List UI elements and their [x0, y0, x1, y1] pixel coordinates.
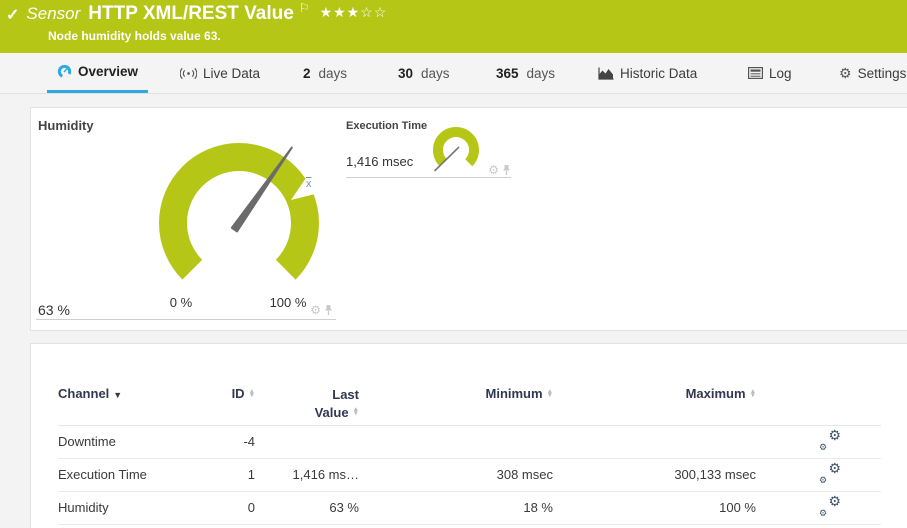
settings-gear-icon: ⚙ [839, 66, 852, 80]
humidity-gauge-widget: Humidity x 0 % 100 % 63 % ⚙ [36, 116, 336, 320]
widget-gear-icon[interactable]: ⚙ [310, 304, 321, 316]
tab-30-days-number: 30 [398, 66, 413, 81]
widget-pin-icon[interactable] [324, 304, 333, 316]
cell-id: 1 [198, 458, 255, 491]
tab-2-days-number: 2 [303, 66, 311, 81]
tab-historic-data[interactable]: Historic Data [588, 53, 707, 93]
tab-live-data[interactable]: Live Data [170, 53, 270, 93]
channels-table: Channel▼ ID▲▼ Last Value▲▼ Minimum▲▼ Max… [58, 378, 881, 525]
tab-overview[interactable]: Overview [47, 53, 148, 93]
sort-icon: ▲▼ [353, 408, 359, 416]
widget-gear-icon[interactable]: ⚙ [488, 164, 499, 176]
sensor-title: HTTP XML/REST Value [88, 3, 294, 25]
cell-id: -4 [198, 425, 255, 458]
channel-settings-icon[interactable]: ⚙ ⚙ [819, 464, 841, 482]
widget-pin-icon[interactable] [502, 164, 511, 176]
humidity-gauge-title: Humidity [38, 118, 94, 133]
tab-30-days[interactable]: 30 days [388, 53, 460, 93]
cell-channel[interactable]: Downtime [58, 425, 198, 458]
table-row-execution-time[interactable]: Execution Time 1 1,416 ms… 308 msec 300,… [58, 458, 881, 491]
cell-min: 18 % [359, 491, 553, 524]
historic-chart-icon [598, 67, 614, 80]
cell-id: 0 [198, 491, 255, 524]
execution-time-gauge [429, 121, 485, 177]
table-row-downtime[interactable]: Downtime -4 ⚙ ⚙ [58, 425, 881, 458]
stars-filled: ★★★ [320, 4, 361, 20]
gauge-max-label: 100 % [263, 295, 313, 310]
cell-last: 1,416 ms… [255, 458, 359, 491]
cell-min: 308 msec [359, 458, 553, 491]
gauge-icon [57, 64, 72, 79]
tab-bar: Overview Live Data 2 days 30 days 365 da… [0, 53, 907, 94]
cell-max: 100 % [553, 491, 756, 524]
column-header-maximum[interactable]: Maximum▲▼ [553, 378, 756, 425]
cell-max [553, 425, 756, 458]
log-icon [748, 67, 763, 79]
flag-icon[interactable]: ⚐ [299, 1, 310, 15]
tab-2-days-label: days [319, 66, 348, 81]
priority-stars[interactable]: ★★★☆☆ [320, 4, 388, 21]
live-data-icon [180, 67, 197, 80]
sort-caret-icon: ▼ [113, 390, 122, 400]
tab-historic-data-label: Historic Data [620, 66, 697, 81]
tab-log[interactable]: Log [738, 53, 802, 93]
execution-time-value: 1,416 msec [346, 154, 413, 169]
cell-last [255, 425, 359, 458]
cell-min [359, 425, 553, 458]
status-ok-icon: ✓ [6, 5, 19, 25]
cell-last: 63 % [255, 491, 359, 524]
table-row-humidity[interactable]: Humidity 0 63 % 18 % 100 % ⚙ ⚙ [58, 491, 881, 524]
channel-settings-icon[interactable]: ⚙ ⚙ [819, 431, 841, 449]
execution-time-widget: Execution Time 1,416 msec ⚙ [346, 118, 511, 178]
tab-30-days-label: days [421, 66, 450, 81]
cell-channel[interactable]: Humidity [58, 491, 198, 524]
column-header-last-value[interactable]: Last Value▲▼ [255, 378, 359, 425]
sort-icon: ▲▼ [547, 390, 553, 398]
sort-icon: ▲▼ [249, 390, 255, 398]
column-header-id[interactable]: ID▲▼ [198, 378, 255, 425]
tab-365-days[interactable]: 365 days [486, 53, 565, 93]
humidity-gauge [139, 120, 339, 320]
tab-365-days-label: days [527, 66, 556, 81]
overview-gauges-panel: Humidity x 0 % 100 % 63 % ⚙ Execution Ti… [30, 107, 907, 331]
gauge-min-label: 0 % [161, 295, 201, 310]
tab-log-label: Log [769, 66, 792, 81]
tab-2-days[interactable]: 2 days [293, 53, 357, 93]
tab-overview-label: Overview [78, 64, 138, 79]
channel-settings-icon[interactable]: ⚙ ⚙ [819, 497, 841, 515]
sensor-status-message: Node humidity holds value 63. [48, 29, 221, 43]
cell-channel[interactable]: Execution Time [58, 458, 198, 491]
cell-max: 300,133 msec [553, 458, 756, 491]
tab-settings-label: Settings [858, 66, 907, 81]
sensor-status-header: ✓ Sensor HTTP XML/REST Value ⚐ ★★★☆☆ Nod… [0, 0, 907, 53]
humidity-current-value: 63 % [38, 302, 70, 318]
sensor-kind-label: Sensor [26, 4, 80, 24]
stars-empty: ☆☆ [360, 4, 387, 20]
tab-live-data-label: Live Data [203, 66, 260, 81]
tab-settings[interactable]: ⚙ Settings [829, 53, 907, 93]
sort-icon: ▲▼ [750, 390, 756, 398]
execution-time-title: Execution Time [346, 120, 427, 132]
average-marker-label: x [306, 178, 312, 190]
channels-panel: Channel▼ ID▲▼ Last Value▲▼ Minimum▲▼ Max… [30, 343, 907, 528]
column-header-channel[interactable]: Channel▼ [58, 378, 198, 425]
column-header-minimum[interactable]: Minimum▲▼ [359, 378, 553, 425]
tab-365-days-number: 365 [496, 66, 519, 81]
